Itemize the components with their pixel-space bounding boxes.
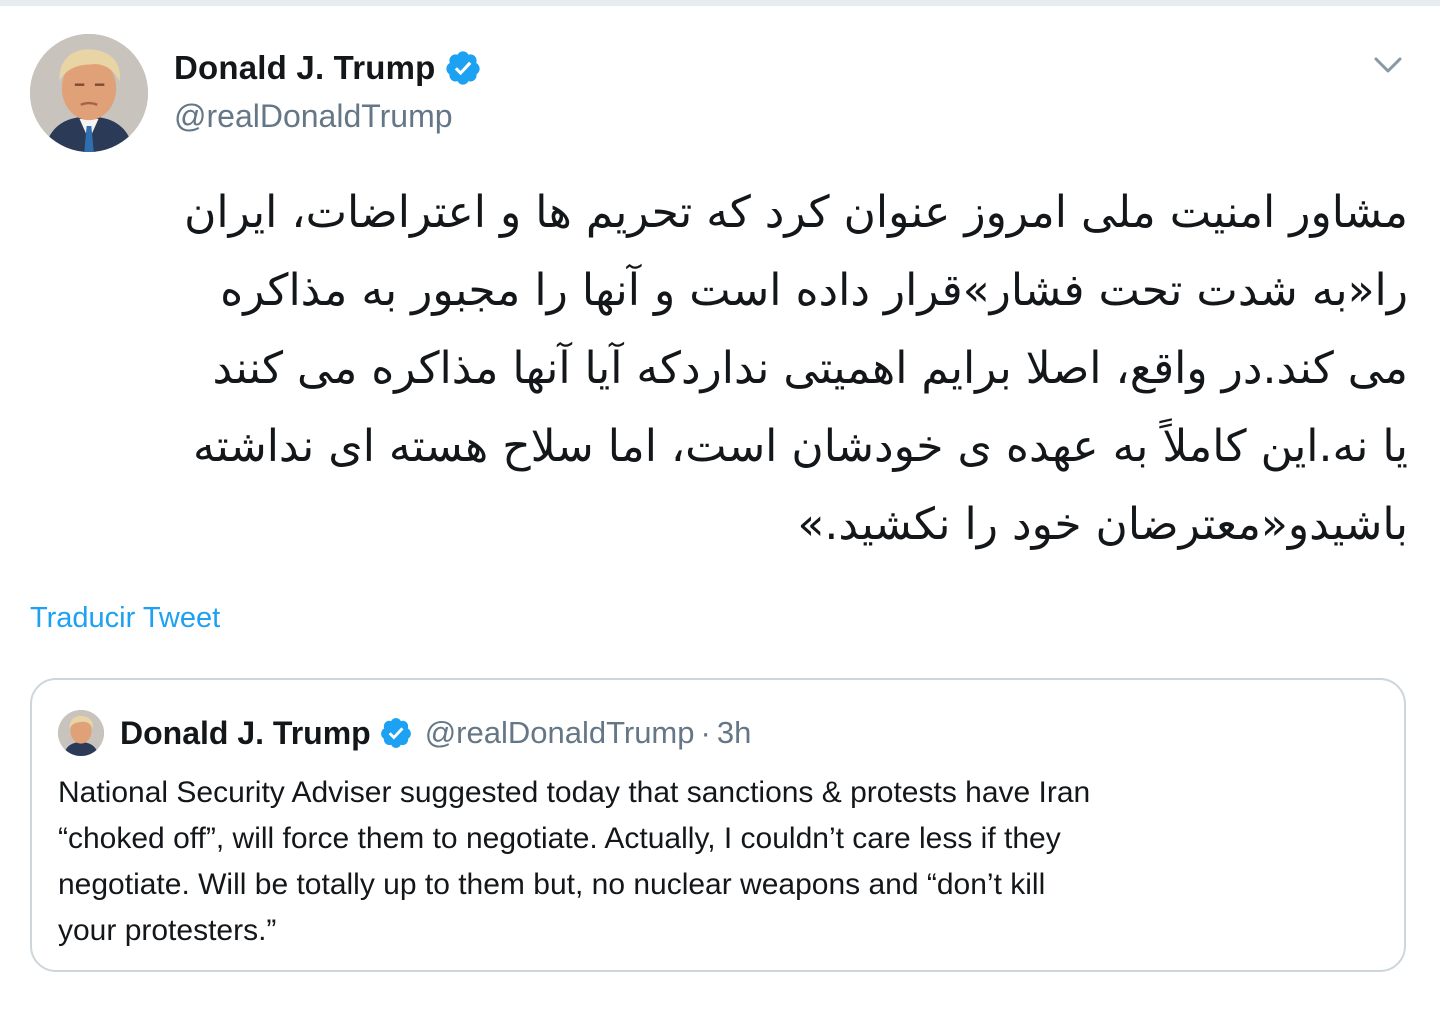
quoted-author-handle: @realDonaldTrump: [424, 715, 695, 750]
author-handle[interactable]: @realDonaldTrump: [174, 98, 453, 135]
translate-tweet-link[interactable]: Traducir Tweet: [30, 602, 220, 635]
tweet-text-line: یا نه.این کاملاً به عهده ی خودشان است، ا…: [192, 421, 1408, 472]
quoted-text-line: negotiate. Will be totally up to them bu…: [58, 868, 1046, 901]
quoted-avatar: [58, 710, 104, 756]
avatar-portrait-icon: [58, 710, 104, 756]
quoted-tweet-text: National Security Adviser suggested toda…: [58, 770, 1378, 954]
tweet-text-line: را«به شدت تحت فشار»قرار داده است و آنها …: [220, 265, 1408, 316]
quoted-text-line: National Security Adviser suggested toda…: [58, 776, 1091, 809]
verified-badge-icon: [380, 718, 411, 748]
author-display-name[interactable]: Donald J. Trump: [174, 49, 436, 87]
verified-badge-icon: [445, 51, 480, 85]
avatar[interactable]: [30, 34, 148, 152]
quoted-separator: ·: [700, 715, 711, 750]
quoted-text-line: your protesters.”: [58, 914, 277, 947]
tweet-text-line: باشیدو«معترضان خود را نکشید.»: [797, 499, 1408, 550]
quoted-tweet-header: Donald J. Trump @realDonaldTrump · 3h: [58, 708, 751, 758]
tweet-text-line: مشاور امنیت ملی امروز عنوان کرد که تحریم…: [184, 187, 1408, 238]
tweet: Donald J. Trump @realDonaldTrump مشاور ا…: [0, 6, 1440, 1020]
tweet-text: مشاور امنیت ملی امروز عنوان کرد که تحریم…: [36, 174, 1408, 564]
chevron-down-icon[interactable]: [1370, 50, 1406, 80]
tweet-text-line: می کند.در واقع، اصلا برایم اهمیتی نداردک…: [212, 343, 1408, 394]
quoted-timestamp: 3h: [716, 715, 752, 750]
avatar-portrait-icon: [30, 34, 148, 152]
quoted-author-display-name: Donald J. Trump: [120, 714, 371, 751]
quoted-tweet-card[interactable]: Donald J. Trump @realDonaldTrump · 3h Na…: [30, 678, 1406, 972]
author-name-row: Donald J. Trump: [174, 46, 482, 90]
quoted-text-line: “choked off”, will force them to negotia…: [58, 822, 1061, 855]
